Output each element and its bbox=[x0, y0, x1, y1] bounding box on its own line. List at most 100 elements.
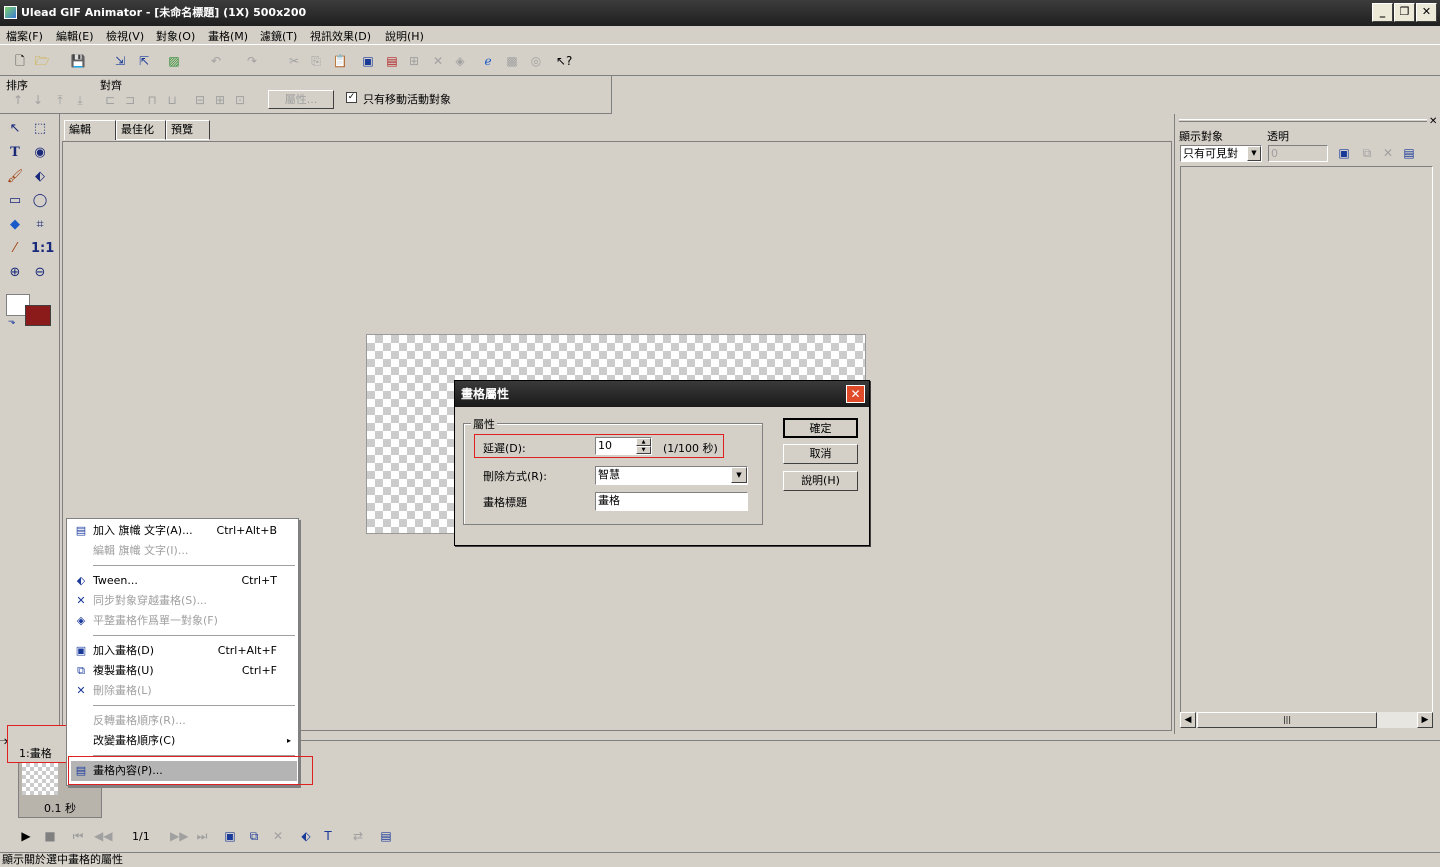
align-bottom-icon[interactable]: ⊔ bbox=[164, 92, 180, 108]
add-frame-bottom-icon[interactable]: ▣ bbox=[222, 828, 238, 844]
menu-file[interactable]: 檔案(F) bbox=[6, 28, 43, 44]
actual-size-tool-icon[interactable]: 1:1 bbox=[31, 240, 54, 258]
save-icon[interactable]: 💾 bbox=[70, 53, 86, 69]
marquee-tool-icon[interactable]: ⬚ bbox=[31, 120, 49, 138]
frame-properties-bottom-icon[interactable]: ▤ bbox=[378, 828, 394, 844]
banner-text-bottom-icon[interactable]: T bbox=[320, 828, 336, 844]
menu-video-effects[interactable]: 視訊效果(D) bbox=[310, 28, 371, 44]
maximize-button[interactable]: ❐ bbox=[1394, 3, 1415, 22]
delete-image-icon[interactable]: ▤ bbox=[384, 53, 400, 69]
new-file-icon[interactable]: 🗋 bbox=[12, 53, 28, 69]
object-list[interactable] bbox=[1180, 166, 1433, 728]
first-frame-icon[interactable]: ⏮ bbox=[70, 828, 86, 844]
cancel-button[interactable]: 取消 bbox=[783, 444, 858, 464]
delete-object-icon[interactable]: ✕ bbox=[1380, 145, 1396, 161]
undo-icon[interactable]: ↶ bbox=[208, 53, 224, 69]
menu-edit[interactable]: 編輯(E) bbox=[56, 28, 94, 44]
menu-item-change-frame-order[interactable]: 改變畫格順序(C) ▸ bbox=[93, 732, 297, 750]
align-canvas-icon[interactable]: ⊡ bbox=[232, 92, 248, 108]
zoom-in-tool-icon[interactable]: ⊕ bbox=[6, 264, 24, 282]
move-active-only-checkbox[interactable]: ✓ bbox=[346, 92, 357, 103]
tool-optimize-icon[interactable]: ◈ bbox=[452, 53, 468, 69]
chevron-down-icon[interactable]: ▼ bbox=[731, 467, 747, 483]
new-object-icon[interactable]: ▣ bbox=[1336, 145, 1352, 161]
add-frame-toolbar-icon[interactable]: ▣ bbox=[360, 53, 376, 69]
background-color-swatch[interactable] bbox=[25, 305, 51, 326]
stop-icon[interactable]: ■ bbox=[42, 828, 58, 844]
object-list-scrollbar[interactable]: ◀ ||| ▶ bbox=[1180, 712, 1433, 728]
bring-forward-icon[interactable]: ↑ bbox=[10, 92, 26, 108]
menu-item-tween[interactable]: Tween... Ctrl+T bbox=[93, 572, 297, 590]
duplicate-frame-bottom-icon[interactable]: ⧉ bbox=[246, 828, 262, 844]
tool-x-icon[interactable]: ✕ bbox=[430, 53, 446, 69]
frame-title-input[interactable]: 畫格 bbox=[595, 492, 748, 511]
menu-help[interactable]: 說明(H) bbox=[385, 28, 424, 44]
magic-wand-tool-icon[interactable]: ⬖ bbox=[31, 168, 49, 186]
removal-method-select[interactable]: 智慧 ▼ bbox=[595, 466, 748, 485]
align-left-icon[interactable]: ⊏ bbox=[102, 92, 118, 108]
spin-up-icon[interactable]: ▲ bbox=[636, 438, 651, 446]
palette-icon[interactable]: ▨ bbox=[166, 53, 182, 69]
export-icon[interactable]: ⇱ bbox=[136, 53, 152, 69]
eraser-tool-icon[interactable]: ▭ bbox=[6, 192, 24, 210]
dialog-close-button[interactable]: ✕ bbox=[846, 385, 865, 403]
panel-close-icon[interactable]: ✕ bbox=[1429, 116, 1437, 127]
menu-item-sync-objects[interactable]: 同步對象穿越畫格(S)... bbox=[93, 592, 297, 610]
lasso-tool-icon[interactable]: ◯ bbox=[31, 192, 49, 210]
sync-bottom-icon[interactable]: ⇄ bbox=[350, 828, 366, 844]
cut-icon[interactable]: ✂ bbox=[286, 53, 302, 69]
align-top-icon[interactable]: ⊓ bbox=[144, 92, 160, 108]
delete-frame-bottom-icon[interactable]: ✕ bbox=[270, 828, 286, 844]
tab-optimize[interactable]: 最佳化 bbox=[116, 120, 166, 140]
zoom-out-tool-icon[interactable]: ⊖ bbox=[31, 264, 49, 282]
object-properties-icon[interactable]: ▤ bbox=[1401, 145, 1417, 161]
minimize-button[interactable]: _ bbox=[1372, 3, 1393, 22]
last-frame-icon[interactable]: ⏭ bbox=[194, 828, 210, 844]
fill-tool-icon[interactable]: ◆ bbox=[6, 216, 24, 234]
previous-frame-icon[interactable]: ◀◀ bbox=[94, 828, 112, 844]
copy-icon[interactable]: ⎘ bbox=[308, 53, 324, 69]
pointer-tool-icon[interactable]: ↖ bbox=[6, 120, 24, 138]
menu-item-add-banner-text[interactable]: 加入 旗幟 文字(A)... Ctrl+Alt+B bbox=[93, 522, 297, 540]
transform-tool-icon[interactable]: ◉ bbox=[31, 144, 49, 162]
menu-item-delete-frame[interactable]: 刪除畫格(L) bbox=[93, 682, 297, 700]
menu-item-flatten-frame[interactable]: 平整畫格作爲單一對象(F) bbox=[93, 612, 297, 630]
redo-icon[interactable]: ↷ bbox=[244, 53, 260, 69]
duplicate-object-icon[interactable]: ⧉ bbox=[1359, 145, 1375, 161]
align-center-icon[interactable]: ⊐ bbox=[122, 92, 138, 108]
align-hcenter-icon[interactable]: ⊞ bbox=[212, 92, 228, 108]
transparency-spinner[interactable]: 0 bbox=[1268, 145, 1328, 162]
chevron-down-icon[interactable]: ▼ bbox=[1247, 146, 1261, 161]
brush-tool-icon[interactable]: 🖌 bbox=[6, 168, 24, 186]
menu-frame[interactable]: 畫格(M) bbox=[208, 28, 248, 44]
paste-icon[interactable]: 📋 bbox=[332, 53, 348, 69]
crop-icon[interactable]: ⊞ bbox=[406, 53, 422, 69]
menu-view[interactable]: 檢視(V) bbox=[106, 28, 144, 44]
tab-edit[interactable]: 編輯 bbox=[64, 120, 116, 140]
spin-down-icon[interactable]: ▼ bbox=[636, 446, 651, 454]
menu-item-edit-banner-text[interactable]: 編輯 旗幟 文字(I)... bbox=[93, 542, 297, 560]
send-back-icon[interactable]: ⤓ bbox=[72, 92, 88, 108]
menu-item-duplicate-frame[interactable]: 複製畫格(U) Ctrl+F bbox=[93, 662, 297, 680]
text-tool-icon[interactable]: T bbox=[6, 144, 24, 162]
eyedropper-tool-icon[interactable]: ⁄ bbox=[6, 240, 24, 258]
play-icon[interactable]: ▶ bbox=[18, 828, 34, 844]
help-button[interactable]: 說明(H) bbox=[783, 471, 858, 491]
tab-preview[interactable]: 預覽 bbox=[166, 120, 210, 140]
delay-input[interactable]: 10 ▲ ▼ bbox=[595, 437, 652, 455]
open-folder-icon[interactable]: 🗁 bbox=[34, 53, 50, 69]
scroll-thumb[interactable]: ||| bbox=[1197, 712, 1377, 728]
bring-front-icon[interactable]: ⤒ bbox=[52, 92, 68, 108]
menu-item-add-frame[interactable]: 加入畫格(D) Ctrl+Alt+F bbox=[93, 642, 297, 660]
ok-button[interactable]: 確定 bbox=[783, 418, 858, 438]
tween-bottom-icon[interactable]: ⬖ bbox=[298, 828, 314, 844]
show-objects-select[interactable]: 只有可見對 ▼ bbox=[1180, 145, 1262, 162]
menu-filter[interactable]: 濾鏡(T) bbox=[260, 28, 297, 44]
send-backward-icon[interactable]: ↓ bbox=[30, 92, 46, 108]
swap-colors-icon[interactable]: ⬎ bbox=[8, 317, 16, 327]
tool-effect-icon[interactable]: ◎ bbox=[528, 53, 544, 69]
tool-filter-icon[interactable]: ▩ bbox=[504, 53, 520, 69]
scroll-left-icon[interactable]: ◀ bbox=[1180, 712, 1196, 728]
menu-object[interactable]: 對象(O) bbox=[156, 28, 195, 44]
browser-preview-icon[interactable]: ℯ bbox=[480, 53, 496, 69]
